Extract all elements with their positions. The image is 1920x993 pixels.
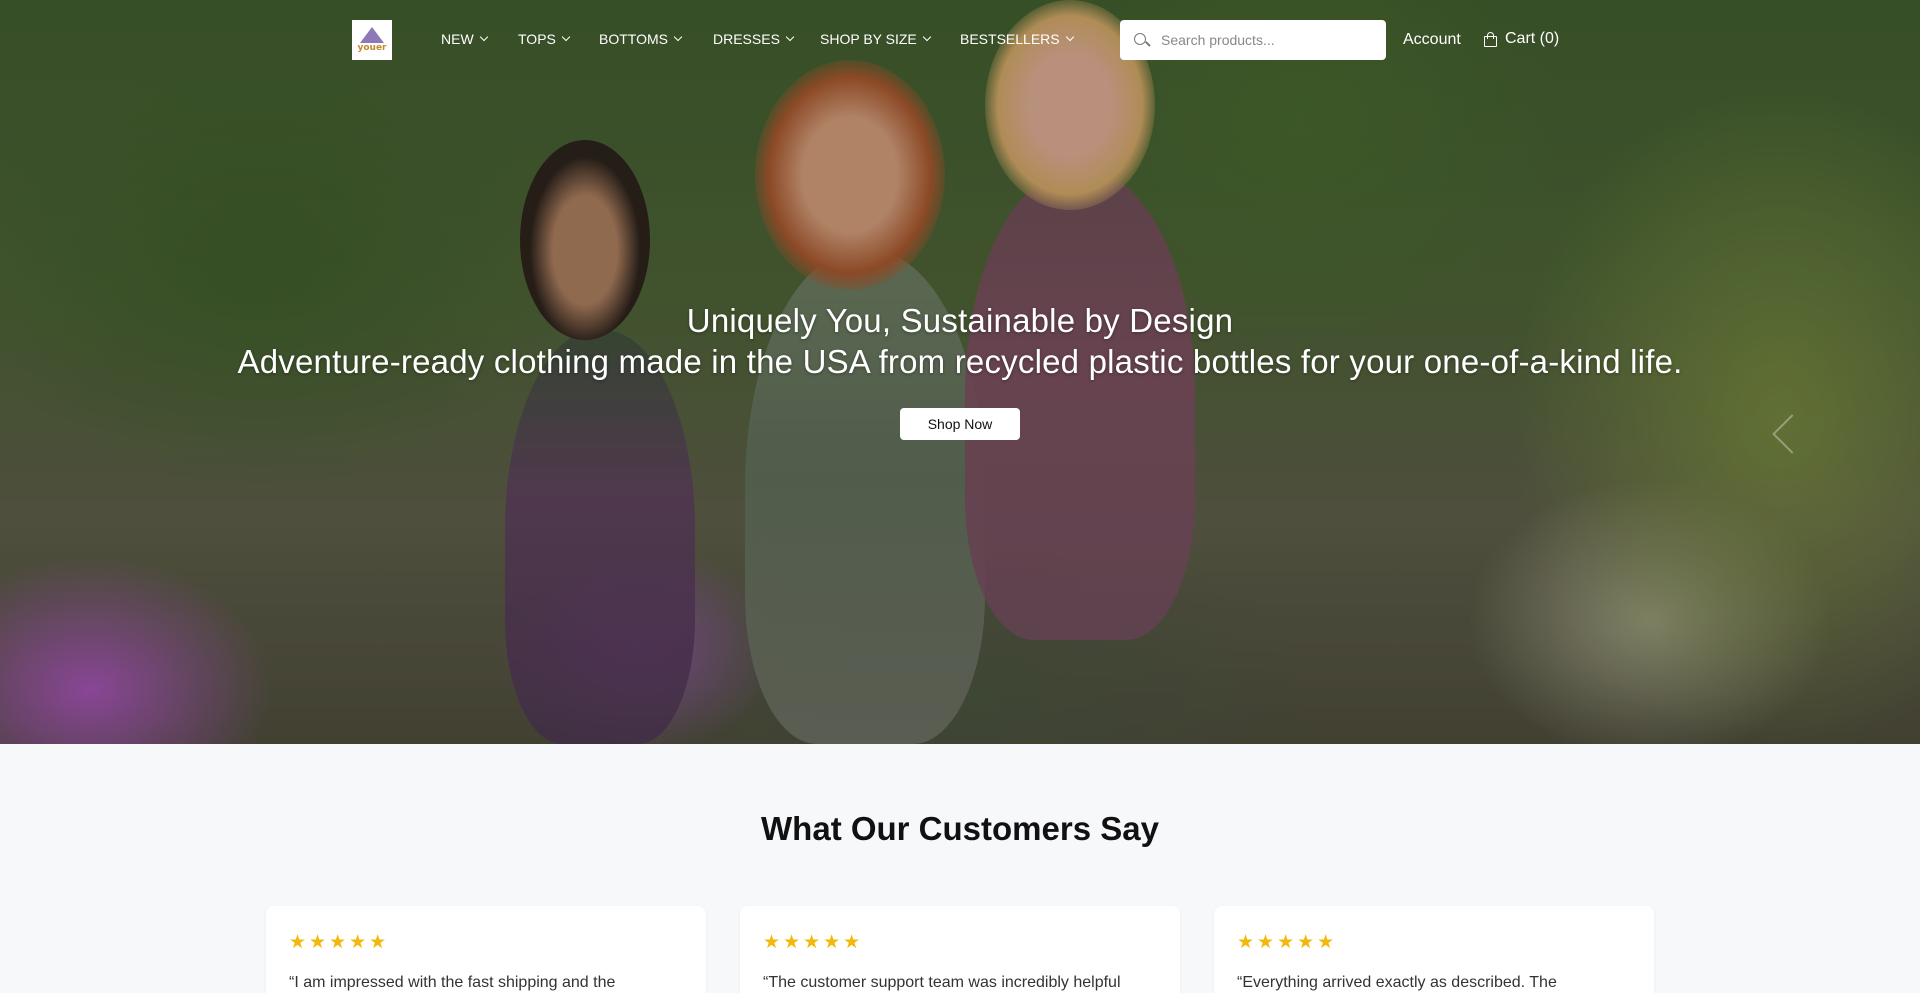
nav-item-bottoms[interactable]: BOTTOMS <box>599 31 683 47</box>
chevron-down-icon <box>673 32 683 42</box>
nav-item-label: BESTSELLERS <box>960 31 1060 47</box>
search-input[interactable] <box>1161 32 1371 48</box>
hero-title: Uniquely You, Sustainable by Design <box>686 302 1234 339</box>
nav-item-tops[interactable]: TOPS <box>518 31 571 47</box>
testimonial-card: ★★★★★ “The customer support team was inc… <box>740 906 1180 993</box>
testimonial-card: ★★★★★ “I am impressed with the fast ship… <box>266 906 706 993</box>
nav-item-new[interactable]: NEW <box>441 31 488 47</box>
testimonial-quote: “I am impressed with the fast shipping a… <box>289 974 616 991</box>
nav-item-label: BOTTOMS <box>599 31 668 47</box>
logo-wordmark: youer <box>357 43 387 53</box>
star-rating: ★★★★★ <box>1237 932 1338 953</box>
search-bar[interactable] <box>1120 20 1386 60</box>
search-icon <box>1134 32 1149 48</box>
testimonial-quote: “Everything arrived exactly as described… <box>1237 974 1557 991</box>
nav-item-bestsellers[interactable]: BESTSELLERS <box>960 31 1074 47</box>
star-rating: ★★★★★ <box>289 932 390 953</box>
hero-banner: Uniquely You, Sustainable by Design Adve… <box>0 0 1920 744</box>
chevron-down-icon <box>479 32 488 42</box>
shop-now-button[interactable]: Shop Now <box>900 408 1020 440</box>
testimonial-card: ★★★★★ “Everything arrived exactly as des… <box>1214 906 1654 993</box>
nav-item-label: NEW <box>441 31 474 47</box>
nav-item-dresses[interactable]: DRESSES <box>713 31 795 47</box>
brand-logo[interactable]: youer <box>352 20 392 60</box>
testimonial-quote: “The customer support team was incredibl… <box>763 974 1121 991</box>
nav-item-label: DRESSES <box>713 31 780 47</box>
account-link[interactable]: Account <box>1403 31 1461 49</box>
chevron-down-icon <box>561 32 571 42</box>
chevron-down-icon <box>785 32 795 42</box>
nav-item-shop-by-size[interactable]: SHOP BY SIZE <box>820 31 931 47</box>
shopping-bag-icon <box>1484 31 1497 47</box>
testimonials-title: What Our Customers Say <box>761 810 1159 847</box>
nav-item-label: SHOP BY SIZE <box>820 31 917 47</box>
mountain-logo-icon <box>358 27 386 43</box>
star-rating: ★★★★★ <box>763 932 864 953</box>
cart-label: Cart (0) <box>1505 30 1560 47</box>
cart-link[interactable]: Cart (0) <box>1484 30 1559 48</box>
chevron-down-icon <box>1065 32 1074 42</box>
nav-item-label: TOPS <box>518 31 556 47</box>
hero-subtitle: Adventure-ready clothing made in the USA… <box>237 343 1683 380</box>
site-header: youer NEW TOPS BOTTOMS DRESSES SHOP BY S… <box>0 0 1920 80</box>
chevron-down-icon <box>922 32 931 42</box>
